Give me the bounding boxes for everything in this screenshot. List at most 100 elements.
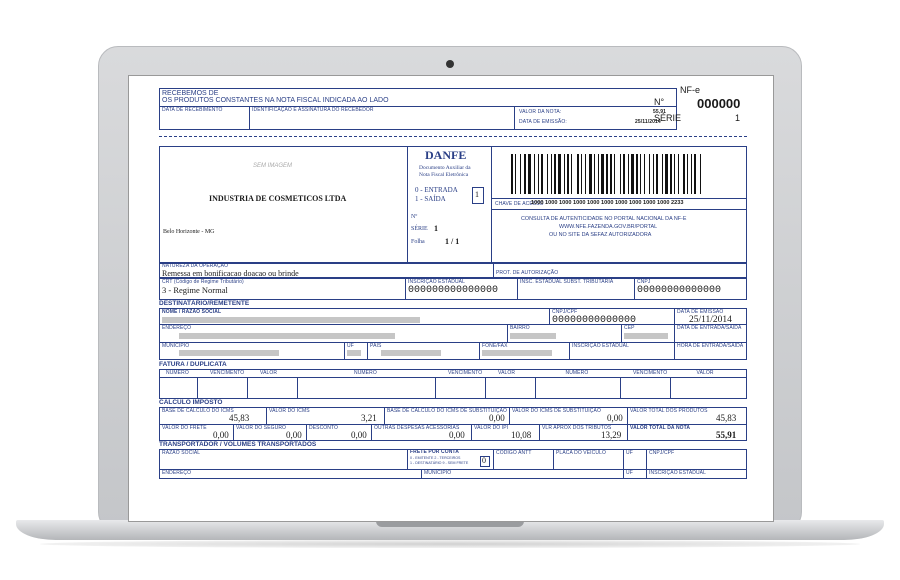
redacted-uf — [347, 350, 361, 356]
barcode-bar — [661, 154, 663, 194]
divider — [535, 377, 536, 399]
transp-endereco-label: ENDEREÇO — [162, 470, 192, 476]
fatura-section-title: FATURA / DUPLICATA — [159, 361, 227, 368]
valor-icms-value: 3,21 — [361, 413, 377, 423]
barcode-bar — [580, 154, 582, 194]
valor-st-value: 0,00 — [607, 413, 623, 423]
barcode-bar — [601, 154, 605, 194]
divider — [674, 308, 675, 360]
total-produtos-label: VALOR TOTAL DOS PRODUTOS — [630, 408, 708, 414]
redacted-municipio — [179, 350, 279, 356]
cep-label: CEP — [624, 325, 635, 331]
ie-value: 000000000000000 — [408, 285, 499, 296]
serie-label: SÉRIE — [654, 113, 682, 123]
divider — [471, 424, 472, 441]
barcode-bar — [610, 154, 613, 194]
barcode-bar — [537, 154, 539, 194]
logo-placeholder: SEM IMAGEM — [253, 163, 293, 169]
barcode-bar — [546, 154, 548, 194]
divider — [435, 377, 436, 399]
fatura-valor-label: VALOR — [260, 370, 278, 376]
danfe-numero-label: Nº — [411, 214, 418, 220]
ipi-value: 10,08 — [511, 430, 532, 440]
seguro-label: VALOR DO SEGURO — [236, 425, 287, 431]
transp-municipio-label: MUNICÍPIO — [424, 470, 452, 476]
barcode-bar — [533, 154, 535, 194]
barcode-bar — [664, 154, 668, 194]
total-nota-label: VALOR TOTAL DA NOTA — [630, 425, 691, 431]
divider — [517, 278, 518, 300]
divider — [266, 407, 267, 424]
crt-value: 3 - Regime Normal — [162, 285, 228, 295]
divider — [493, 263, 494, 278]
barcode-bar — [619, 154, 621, 194]
fatura-valor-label: VALOR — [498, 370, 516, 376]
barcode-bar — [687, 154, 689, 194]
divider — [249, 106, 250, 130]
numero-prefix: N° — [654, 97, 665, 107]
divider — [634, 278, 635, 300]
barcode-bar — [554, 154, 556, 194]
placa-label: PLACA DO VEÍCULO — [556, 450, 606, 456]
divider — [514, 106, 515, 130]
barcode-bar — [567, 154, 570, 194]
fatura-vencimento-label: VENCIMENTO — [633, 370, 668, 376]
emitente-name: INDUSTRIA DE COSMETICOS LTDA — [209, 194, 347, 203]
divider — [491, 198, 747, 199]
divider — [620, 377, 621, 399]
ie-st-label: INSC. ESTADUAL SUBST. TRIBUTARIA — [520, 279, 614, 285]
barcode-bar — [669, 154, 672, 194]
barcode-bar — [564, 154, 566, 194]
barcode-bar — [640, 154, 641, 194]
barcode-bar — [588, 154, 592, 194]
tipo-value: 1 — [475, 190, 479, 199]
divider — [553, 449, 554, 469]
divider — [233, 424, 234, 441]
barcode-bar — [528, 154, 532, 194]
imposto-section-title: CALCULO IMPOSTO — [159, 399, 223, 406]
barcode-bar — [584, 154, 586, 194]
transp-ie-label: INSCRIÇÃO ESTADUAL — [649, 470, 706, 476]
frete-conta-value: 0 — [482, 456, 486, 465]
barcode-bar — [656, 154, 659, 194]
barcode-bar — [673, 154, 675, 194]
danfe-title: DANFE — [425, 148, 467, 162]
natureza-value: Remessa em bonificacao doacao ou brinde — [162, 269, 299, 278]
antt-label: CÓDIGO ANTT — [496, 450, 532, 456]
nfe-label: NF-e — [680, 85, 700, 95]
protocolo-label: PROT. DE AUTORIZAÇÃO — [496, 270, 559, 276]
valor-icms-label: VALOR DO ICMS — [269, 408, 310, 414]
frete-label: VALOR DO FRETE — [162, 425, 207, 431]
fatura-numero-label: NÚMERO — [354, 370, 377, 376]
nfe-number: 000000 — [697, 96, 741, 111]
transportador-section-title: TRANSPORTADOR / VOLUMES TRANSPORTADOS — [159, 441, 317, 448]
fone-label: FONE/FAX — [482, 343, 508, 349]
divider — [670, 377, 671, 399]
barcode-bar — [677, 154, 679, 194]
chave-value: 1000 1000 1000 1000 1000 1000 1000 1000 … — [531, 200, 684, 206]
divider — [197, 377, 198, 399]
divider — [247, 377, 248, 399]
data-recebimento-label: DATA DE RECEBIMENTO — [162, 107, 223, 113]
total-produtos-value: 45,83 — [716, 413, 737, 423]
frete-conta-label: FRETE POR CONTA — [410, 449, 459, 455]
barcode-bar — [520, 154, 522, 194]
danfe-serie-value: 1 — [434, 224, 438, 233]
laptop-shadow — [40, 540, 860, 548]
base-st-value: 0,00 — [489, 413, 505, 423]
barcode-bar — [550, 154, 552, 194]
divider — [159, 324, 747, 325]
danfe-serie-label: SÉRIE — [411, 226, 428, 232]
barcode-bar — [630, 154, 634, 194]
danfe-folha-label: Folha — [411, 239, 425, 245]
transp-razao-label: RAZÃO SOCIAL — [162, 450, 201, 456]
barcode-bar — [515, 154, 517, 194]
valor-st-label: VALOR DO ICMS DE SUBSTITUIÇÃO — [512, 408, 601, 414]
total-nota-value: 55,91 — [716, 430, 737, 440]
barcode-bar — [700, 154, 702, 194]
valor-nota-label: VALOR DA NOTA: — [519, 109, 562, 115]
redacted-address — [179, 333, 395, 339]
pais-label: PAÍS — [370, 343, 382, 349]
outras-label: OUTRAS DESPESAS ACESSÓRIAS — [374, 425, 460, 431]
danfe-entrada: 0 - ENTRADA — [415, 186, 458, 194]
